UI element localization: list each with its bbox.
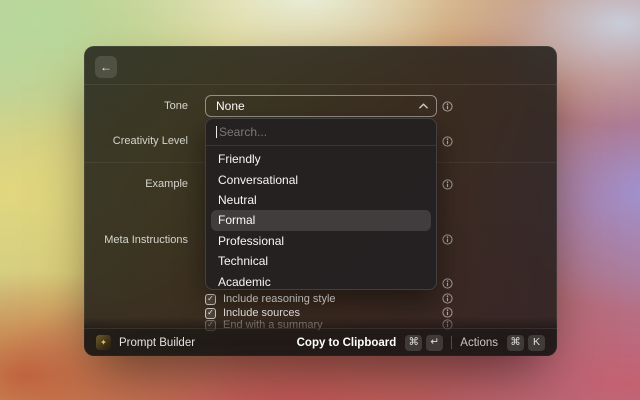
info-icon[interactable] (442, 278, 453, 289)
info-icon[interactable] (442, 179, 453, 190)
prompt-builder-window: ← Tone Creativity Level Example Meta Ins… (84, 46, 557, 356)
return-key-badge: ↵ (426, 335, 443, 351)
dropdown-option-academic[interactable]: Academic (206, 271, 436, 291)
dropdown-search-input[interactable] (219, 125, 426, 139)
field-label-meta-instructions: Meta Instructions (104, 234, 188, 246)
check-icon: ✓ (207, 309, 214, 317)
k-key-badge: K (528, 335, 545, 351)
dropdown-options-list: Friendly Conversational Neutral Formal P… (206, 146, 436, 292)
desktop-background: { "window": { "header": { "back_icon": "… (0, 0, 640, 400)
dropdown-option-friendly[interactable]: Friendly (206, 149, 436, 169)
dropdown-option-conversational[interactable]: Conversational (206, 169, 436, 189)
option-label: Academic (218, 275, 271, 289)
option-label: Conversational (218, 173, 298, 187)
option-label: Technical (218, 254, 268, 268)
copy-to-clipboard-button[interactable]: Copy to Clipboard ⌘ ↵ (297, 335, 444, 351)
info-icon[interactable] (442, 101, 453, 112)
actions-label: Actions (460, 337, 498, 349)
info-icon[interactable] (442, 234, 453, 245)
option-label: Formal (218, 213, 255, 227)
info-icon[interactable] (442, 307, 453, 318)
checkbox-row-include-sources[interactable]: ✓ Include sources (205, 307, 300, 319)
dropdown-option-technical[interactable]: Technical (206, 251, 436, 271)
command-key-badge: ⌘ (507, 335, 524, 351)
sparkle-icon: ✦ (100, 339, 107, 347)
footer-bar: ✦ Prompt Builder Copy to Clipboard ⌘ ↵ A… (84, 328, 557, 356)
tone-select-value: None (216, 99, 245, 113)
chevron-up-icon (419, 103, 428, 109)
checkbox-label: Include sources (223, 307, 300, 319)
option-label: Friendly (218, 152, 261, 166)
dropdown-option-neutral[interactable]: Neutral (206, 190, 436, 210)
app-icon: ✦ (96, 335, 111, 350)
checkbox-checked-icon[interactable]: ✓ (205, 308, 216, 319)
copy-to-clipboard-label: Copy to Clipboard (297, 337, 397, 349)
option-label: Neutral (218, 193, 257, 207)
info-icon[interactable] (442, 293, 453, 304)
checkbox-checked-icon[interactable]: ✓ (205, 294, 216, 305)
checkbox-label: Include reasoning style (223, 293, 336, 305)
footer-separator (451, 336, 452, 349)
dropdown-search-row (206, 119, 436, 146)
dropdown-option-formal[interactable]: Formal (211, 210, 431, 230)
app-name: Prompt Builder (119, 337, 195, 349)
command-key-badge: ⌘ (405, 335, 422, 351)
header-divider (84, 84, 557, 85)
dropdown-option-professional[interactable]: Professional (206, 231, 436, 251)
text-cursor (216, 126, 217, 138)
option-label: Professional (218, 234, 284, 248)
tone-select[interactable]: None (205, 95, 437, 117)
checkbox-row-include-reasoning-style[interactable]: ✓ Include reasoning style (205, 293, 336, 305)
field-label-tone: Tone (164, 100, 188, 112)
field-label-example: Example (145, 178, 188, 190)
tone-dropdown-panel: Friendly Conversational Neutral Formal P… (205, 118, 437, 290)
info-icon[interactable] (442, 136, 453, 147)
back-icon: ← (100, 60, 112, 74)
field-label-creativity-level: Creativity Level (113, 135, 188, 147)
back-button[interactable]: ← (95, 56, 117, 78)
actions-button[interactable]: Actions ⌘ K (460, 335, 545, 351)
check-icon: ✓ (207, 295, 214, 303)
